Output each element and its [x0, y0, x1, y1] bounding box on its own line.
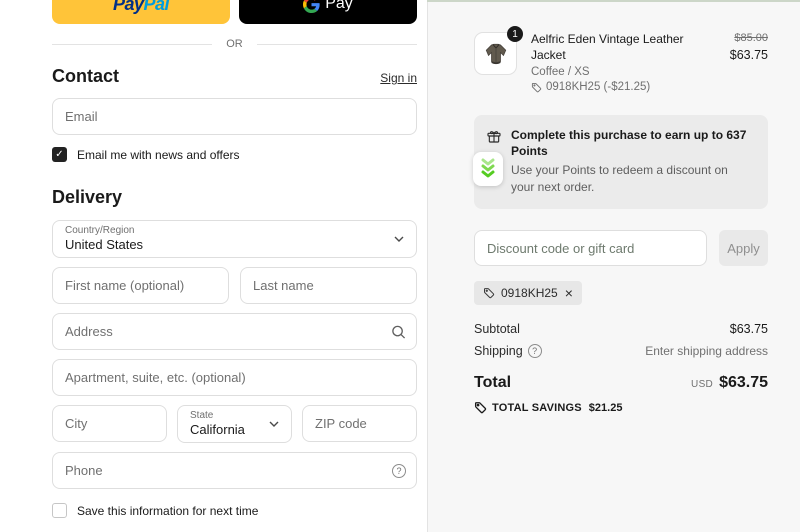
total-savings-row: TOTAL SAVINGS $21.25: [474, 401, 768, 414]
discount-code-row: Apply: [474, 230, 768, 267]
paypal-button[interactable]: PayPal: [52, 0, 230, 24]
tag-icon: [474, 401, 487, 414]
line-discount-text: 0918KH25 (-$21.25): [546, 81, 651, 94]
points-banner-title: Complete this purchase to earn up to 637…: [511, 128, 747, 159]
zip-input[interactable]: [302, 405, 417, 442]
checkout-form-column: PayPal Pay OR Contact Sign in Email ✓ Em…: [0, 0, 427, 532]
newsletter-checkbox-row[interactable]: ✓ Email me with news and offers: [52, 147, 417, 162]
product-title: Aelfric Eden Vintage Leather Jacket: [531, 32, 684, 62]
total-value: $63.75: [719, 374, 768, 392]
product-variant: Coffee / XS: [531, 66, 590, 79]
signin-link[interactable]: Sign in: [380, 71, 417, 85]
applied-discount-code: 0918KH25: [501, 286, 558, 301]
double-chevron-down-icon: [481, 158, 495, 178]
email-input[interactable]: [52, 98, 417, 135]
address-input[interactable]: [52, 313, 417, 350]
newsletter-label: Email me with news and offers: [77, 147, 240, 162]
google-pay-button[interactable]: Pay: [239, 0, 417, 24]
order-summary-panel: 1 Aelfric Eden Vintage Leather Jacket Co…: [427, 0, 800, 532]
quantity-badge: 1: [507, 26, 523, 42]
gpay-label: Pay: [325, 0, 353, 12]
cart-line-item: 1 Aelfric Eden Vintage Leather Jacket Co…: [474, 26, 768, 93]
or-text: OR: [226, 38, 243, 50]
last-name-input[interactable]: [240, 267, 417, 304]
phone-input[interactable]: [52, 452, 417, 489]
shipping-help-icon[interactable]: ?: [527, 344, 542, 359]
delivery-heading: Delivery: [52, 187, 123, 207]
line-discount: 0918KH25 (-$21.25): [531, 81, 716, 93]
chevron-down-icon: [269, 421, 279, 427]
first-name-input[interactable]: [52, 267, 229, 304]
newsletter-checkbox[interactable]: ✓: [52, 147, 67, 162]
tag-icon: [483, 287, 495, 299]
divider-line: [256, 43, 417, 45]
total-row: Total USD $63.75: [474, 374, 768, 392]
apartment-input[interactable]: [52, 359, 417, 396]
country-select-value: United States: [65, 236, 144, 252]
search-icon: [391, 324, 406, 339]
price-current: $63.75: [729, 48, 768, 62]
discount-code-input[interactable]: [474, 230, 707, 267]
help-icon[interactable]: ?: [392, 463, 406, 478]
chevron-down-icon: [394, 236, 404, 242]
subtotal-value: $63.75: [729, 322, 768, 337]
or-divider: OR: [52, 38, 417, 50]
paypal-logo: PayPal: [112, 0, 170, 14]
google-g-icon: [303, 0, 320, 13]
subtotal-label: Subtotal: [474, 322, 520, 337]
express-checkout-row: PayPal Pay: [52, 0, 417, 24]
total-label: Total: [474, 374, 512, 392]
shipping-value: Enter shipping address: [645, 344, 768, 359]
price-original: $85.00: [734, 32, 768, 44]
apply-discount-button[interactable]: Apply: [719, 230, 768, 267]
state-select[interactable]: State California: [177, 405, 292, 443]
country-select-label: Country/Region: [65, 224, 135, 236]
save-info-checkbox[interactable]: [52, 503, 67, 518]
jacket-image: [485, 43, 506, 64]
rewards-widget-launcher[interactable]: [473, 152, 503, 186]
remove-discount-icon[interactable]: ×: [565, 286, 573, 300]
save-info-label: Save this information for next time: [77, 503, 259, 518]
tag-icon: [531, 82, 542, 93]
cost-summary: Subtotal $63.75 Shipping ? Enter shippin…: [474, 322, 768, 359]
save-info-checkbox-row[interactable]: Save this information for next time: [52, 503, 417, 518]
savings-label: TOTAL SAVINGS: [492, 401, 582, 414]
currency-code: USD: [691, 379, 714, 391]
state-select-label: State: [190, 409, 214, 421]
divider-line: [52, 43, 213, 45]
points-banner: Complete this purchase to earn up to 637…: [474, 115, 768, 210]
state-select-value: California: [190, 421, 245, 437]
contact-heading: Contact: [52, 66, 119, 86]
shipping-label: Shipping: [474, 344, 523, 359]
city-input[interactable]: [52, 405, 167, 442]
country-select[interactable]: Country/Region United States: [52, 220, 417, 258]
savings-value: $21.25: [588, 401, 623, 414]
points-banner-body: Use your Points to redeem a discount on …: [511, 162, 728, 194]
applied-discount-chip: 0918KH25 ×: [474, 281, 582, 306]
checkout-page: PayPal Pay OR Contact Sign in Email ✓ Em…: [0, 0, 800, 532]
